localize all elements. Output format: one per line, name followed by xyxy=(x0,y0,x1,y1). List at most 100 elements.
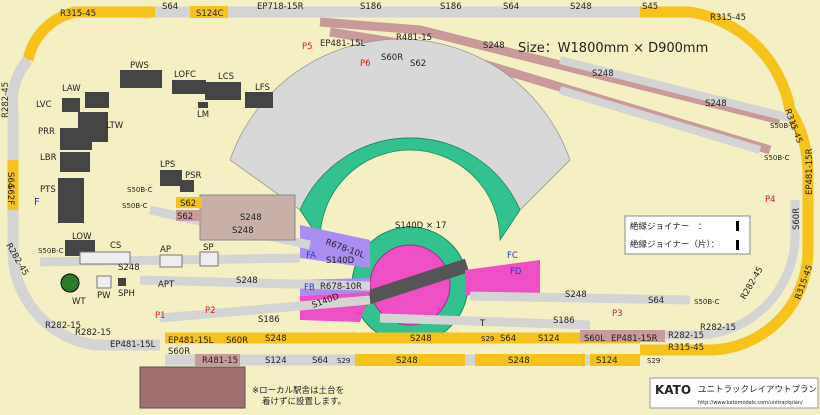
lbl-s124-b: S124 xyxy=(265,356,287,366)
bldg-law xyxy=(85,92,109,108)
lbl-f: F xyxy=(34,197,40,208)
lbl-s50bc-l3: S50B-C xyxy=(38,247,64,255)
lbl-prr: PRR xyxy=(38,127,55,137)
bldg-ap xyxy=(159,254,183,268)
lbl-ep481-r2: EP481-15R xyxy=(805,148,815,195)
insulated-joiner-icon xyxy=(736,221,739,231)
lbl-lvc: LVC xyxy=(36,100,52,110)
lbl-lofc: LOFC xyxy=(174,70,196,80)
track-s248-b2-rect xyxy=(475,354,585,366)
lbl-s50bc-l1: S50B-C xyxy=(127,186,153,194)
lbl-s124c: S124C xyxy=(196,9,224,19)
lbl-ap: AP xyxy=(160,245,171,255)
lbl-s64-top: S64 xyxy=(162,2,178,12)
lbl-r315-tl: R315-45 xyxy=(60,9,96,19)
lbl-r315-tr: R315-45 xyxy=(710,13,746,23)
lbl-fa: FA xyxy=(306,251,316,261)
bldg-pws xyxy=(120,70,162,88)
lbl-r481-top: R481-15 xyxy=(396,33,432,43)
note-line2: 着けずに設置します。 xyxy=(262,396,346,407)
lbl-pws: PWS xyxy=(130,61,149,71)
bldg-lcs xyxy=(205,82,241,100)
bldg-lbr xyxy=(60,152,90,172)
lbl-s186-cs: S186 xyxy=(258,315,280,325)
lbl-s50bc-l2: S50B-C xyxy=(122,202,148,210)
lbl-r282-15r1: R282-15 xyxy=(668,331,704,341)
lbl-apt: APT xyxy=(158,280,175,290)
lbl-fd: FD xyxy=(510,267,522,277)
lbl-low: LOW xyxy=(72,232,92,242)
lbl-s60l: S60L xyxy=(584,334,605,344)
lbl-s186-1: S186 xyxy=(360,2,382,12)
layout-plan-svg: R315-45 S64 S124C EP718-15R S186 S186 S6… xyxy=(0,0,820,411)
lbl-lps: LPS xyxy=(160,160,175,170)
bldg-psr xyxy=(180,180,194,192)
lbl-ltw: LTW xyxy=(106,121,124,131)
brand: KATO ユニトラックレイアウトプラン http://www.katomodel… xyxy=(649,377,819,409)
lbl-sp: SP xyxy=(203,243,214,253)
lbl-s248-mid1: S248 xyxy=(265,334,287,344)
brand-title: ユニトラックレイアウトプラン xyxy=(698,385,817,395)
lbl-ep481-r: EP481-15R xyxy=(611,334,658,344)
lbl-lbr: LBR xyxy=(40,153,57,163)
lbl-sph: SPH xyxy=(118,289,135,299)
lbl-s62-top: S62 xyxy=(410,59,426,69)
lbl-s186-r: S186 xyxy=(553,316,575,326)
lbl-s248-d2: S248 xyxy=(592,69,614,79)
brand-url: http://www.katomodels.com/unitrackplan/ xyxy=(698,400,803,406)
lbl-ep481-15l-top: EP481-15L xyxy=(320,39,366,49)
lbl-wt: WT xyxy=(72,297,86,307)
legend-insulated: 絶縁ジョイナー ： xyxy=(630,221,706,232)
bldg-pts xyxy=(58,178,84,223)
lbl-s62-p: S62 xyxy=(177,212,193,222)
lbl-lfs: LFS xyxy=(255,83,270,93)
bldg-lofc xyxy=(172,80,206,94)
bldg-lfs xyxy=(245,92,273,108)
lbl-s60r-r: S60R xyxy=(792,208,802,230)
lbl-s124-b2: S124 xyxy=(596,356,618,366)
lbl-r678-10r: R678-10R xyxy=(320,282,362,292)
lbl-ep481-bl: EP481-15L xyxy=(110,340,156,350)
lbl-s50bc-r1: S50B-C xyxy=(770,122,796,130)
lbl-s62-y: S62 xyxy=(180,199,196,209)
lbl-r315-br: R315-45 xyxy=(668,343,704,353)
lbl-pts: PTS xyxy=(40,185,56,195)
lbl-p1: P1 xyxy=(155,311,166,321)
lbl-s29-m: S29 xyxy=(481,335,494,343)
bldg-lps xyxy=(160,170,182,186)
insulated-joiner-one-icon xyxy=(736,240,739,250)
layout-plan: R315-45 S64 S124C EP718-15R S186 S186 S6… xyxy=(0,0,820,411)
lbl-s124-m: S124 xyxy=(538,334,560,344)
lbl-s64-b: S64 xyxy=(312,356,328,366)
lbl-s248-r1: S248 xyxy=(565,290,587,300)
lbl-p2: P2 xyxy=(205,306,216,316)
lbl-s248-cs: S248 xyxy=(118,263,140,273)
lbl-s64-m: S64 xyxy=(500,334,516,344)
lbl-s29-b: S29 xyxy=(337,357,350,365)
lbl-ep718: EP718-15R xyxy=(257,2,304,12)
lbl-p4: P4 xyxy=(765,195,776,205)
lbl-p5: P5 xyxy=(302,42,313,52)
joiner-legend: 絶縁ジョイナー ： 絶縁ジョイナー（片）： xyxy=(624,215,751,255)
board-size: Size：W1800mm × D900mm xyxy=(518,41,708,56)
lbl-fc: FC xyxy=(507,251,518,261)
lbl-lcs: LCS xyxy=(218,72,234,82)
bldg-wt xyxy=(60,273,80,293)
lbl-pw: PW xyxy=(97,291,111,301)
bldg-lvc xyxy=(62,98,80,112)
bldg-pw xyxy=(96,275,112,289)
lbl-s62f: S62F xyxy=(5,184,15,205)
local-station-building xyxy=(139,366,246,409)
brand-logo: KATO xyxy=(655,383,691,397)
legend-insulated-one: 絶縁ジョイナー（片）： xyxy=(630,239,719,250)
lbl-r282-l: R282-45 xyxy=(1,82,11,118)
lbl-lm: LM xyxy=(197,110,209,120)
lbl-s50bc-r2: S50B-C xyxy=(764,154,790,162)
lbl-s60r-b: S60R xyxy=(168,347,190,357)
lbl-s248-b1: S248 xyxy=(396,356,418,366)
lbl-s248-d1: S248 xyxy=(483,41,505,51)
lbl-s248-b2: S248 xyxy=(508,356,530,366)
lbl-t: T xyxy=(479,319,486,329)
lbl-s64-r: S64 xyxy=(648,296,664,306)
lbl-turntable: S140D × 17 xyxy=(395,221,447,231)
